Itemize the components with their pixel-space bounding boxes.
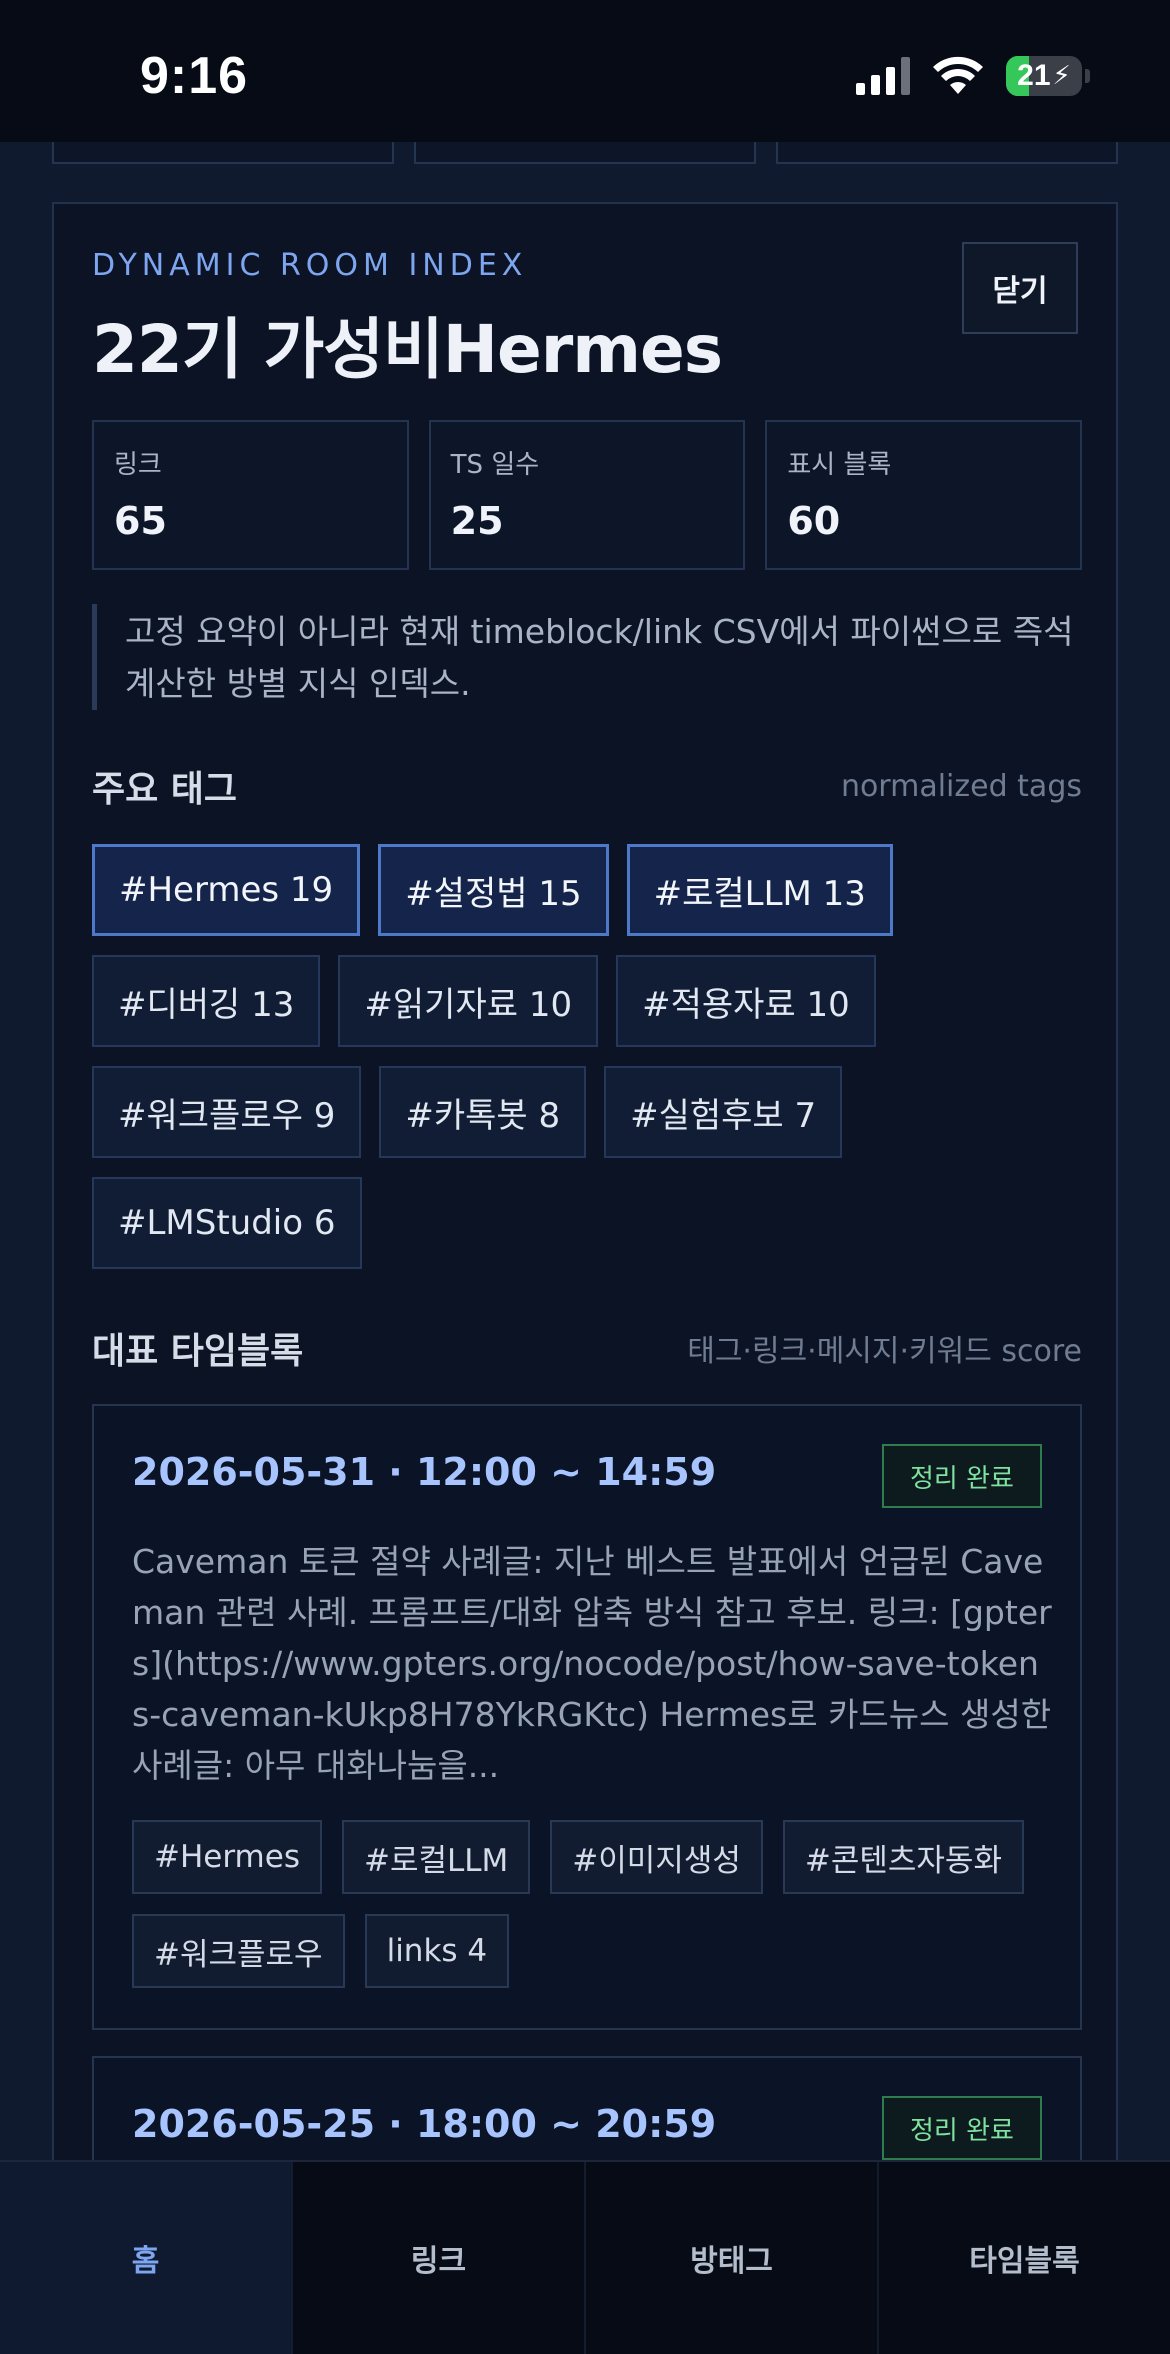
tags-section-meta: normalized tags [840, 768, 1082, 804]
battery: 21 ⚡ [1006, 56, 1090, 96]
status-bar: 9:16 21 ⚡ [0, 0, 1170, 142]
timeblocks-section-meta: 태그·링크·메시지·키워드 score [687, 1334, 1082, 1369]
stat-value: 25 [450, 499, 504, 543]
timeblock-date: 2026-05-25 · 18:00 ~ 20:59 [132, 2102, 717, 2146]
summary-text: 고정 요약이 아니라 현재 timeblock/link CSV에서 파이썬으로… [92, 604, 1082, 710]
status-icons: 21 ⚡ [856, 56, 1090, 96]
stat-card-ts-days: TS 일수 25 [428, 420, 746, 570]
tag-chip[interactable]: #로컬LLM 13 [626, 844, 893, 936]
tag-chip[interactable]: #설정법 15 [378, 844, 609, 936]
battery-icon: 21 ⚡ [1006, 56, 1082, 96]
panel-eyebrow: DYNAMIC ROOM INDEX [92, 248, 528, 283]
room-index-panel: DYNAMIC ROOM INDEX 22기 가성비Hermes 닫기 링크 6… [52, 202, 1118, 2242]
peek-card [414, 142, 756, 164]
charging-bolt-icon: ⚡ [1052, 61, 1071, 91]
tag-list: #Hermes 19 #설정법 15 #로컬LLM 13 #디버깅 13 #읽기… [92, 844, 1092, 1269]
status-badge: 정리 완료 [882, 2096, 1042, 2160]
timeblock-links-count[interactable]: links 4 [364, 1914, 510, 1988]
tags-section-header: 주요 태그 normalized tags [92, 760, 1082, 812]
tag-chip[interactable]: #적용자료 10 [616, 955, 876, 1047]
bottom-nav: 홈 링크 방태그 타임블록 [0, 2160, 1170, 2354]
timeblocks-section-header: 대표 타임블록 태그·링크·메시지·키워드 score [92, 1322, 1082, 1374]
stat-card-blocks: 표시 블록 60 [765, 420, 1083, 570]
tags-section-title: 주요 태그 [92, 769, 238, 810]
stat-label: 링크 [114, 450, 162, 480]
stat-card-links: 링크 65 [92, 420, 409, 570]
peek-card [52, 142, 394, 164]
tag-chip[interactable]: #실험후보 7 [604, 1066, 843, 1158]
status-badge: 정리 완료 [882, 1444, 1042, 1508]
timeblock-card[interactable]: 2026-05-31 · 12:00 ~ 14:59 정리 완료 Caveman… [92, 1404, 1082, 2030]
room-title: 22기 가성비Hermes [92, 311, 723, 388]
tag-chip[interactable]: #Hermes 19 [92, 844, 361, 936]
status-time: 9:16 [140, 47, 249, 105]
tag-chip[interactable]: #디버깅 13 [92, 955, 321, 1047]
timeblock-tag[interactable]: #워크플로우 [132, 1914, 345, 1988]
previous-cards-peek [52, 142, 1118, 166]
timeblock-tag[interactable]: #Hermes [132, 1820, 322, 1894]
nav-item-home[interactable]: 홈 [0, 2162, 293, 2354]
peek-card [776, 142, 1118, 164]
timeblock-date: 2026-05-31 · 12:00 ~ 14:59 [132, 1450, 717, 1494]
nav-item-room-tags[interactable]: 방태그 [586, 2162, 879, 2354]
timeblock-tag-list: #Hermes #로컬LLM #이미지생성 #콘텐츠자동화 #워크플로우 lin… [132, 1820, 1062, 1988]
nav-item-timeblocks[interactable]: 타임블록 [879, 2162, 1170, 2354]
timeblocks-section-title: 대표 타임블록 [92, 1331, 304, 1372]
battery-level: 21 [1017, 59, 1051, 92]
timeblock-tag[interactable]: #로컬LLM [341, 1820, 531, 1894]
stat-label: 표시 블록 [787, 450, 892, 480]
wifi-icon [933, 56, 983, 94]
tag-chip[interactable]: #읽기자료 10 [338, 955, 599, 1047]
timeblock-tag[interactable]: #이미지생성 [550, 1820, 763, 1894]
stat-label: TS 일수 [450, 450, 540, 480]
stat-value: 65 [114, 499, 167, 543]
stats-row: 링크 65 TS 일수 25 표시 블록 60 [92, 420, 1083, 570]
tag-chip[interactable]: #LMStudio 6 [92, 1177, 362, 1269]
close-button[interactable]: 닫기 [962, 242, 1078, 334]
timeblock-tag[interactable]: #콘텐츠자동화 [782, 1820, 1024, 1894]
nav-item-links[interactable]: 링크 [293, 2162, 586, 2354]
tag-chip[interactable]: #워크플로우 9 [92, 1066, 362, 1158]
cellular-signal-icon [856, 57, 910, 95]
stat-value: 60 [787, 499, 841, 543]
tag-chip[interactable]: #카톡봇 8 [379, 1066, 587, 1158]
timeblock-summary: Caveman 토큰 절약 사례글: 지난 베스트 발표에서 언급된 Cavem… [132, 1542, 1052, 1785]
